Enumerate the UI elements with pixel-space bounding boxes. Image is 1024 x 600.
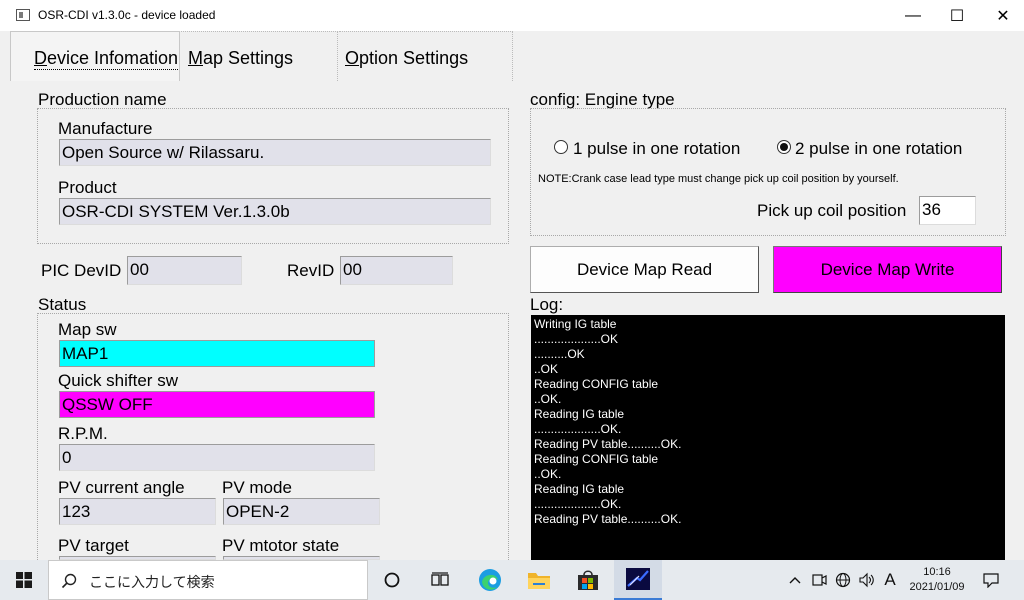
log-line: ..OK.	[534, 467, 562, 481]
meet-now-button[interactable]	[808, 560, 830, 600]
speaker-icon	[859, 572, 874, 588]
start-button[interactable]	[0, 560, 48, 600]
pv-current-angle-label: PV current angle	[58, 478, 185, 497]
log-line: ..OK	[534, 362, 559, 376]
radio-2-pulse-label[interactable]: 2 pulse in one rotation	[795, 139, 962, 159]
store-icon	[578, 570, 598, 590]
radio-1-pulse-label[interactable]: 1 pulse in one rotation	[573, 139, 740, 159]
tab-label: Map Settings	[188, 48, 294, 68]
maximize-button[interactable]: ☐	[934, 0, 980, 31]
task-view-icon	[431, 572, 449, 586]
device-icon	[812, 574, 827, 586]
ime-indicator[interactable]: A	[878, 560, 902, 600]
radio-2-pulse[interactable]	[777, 140, 791, 154]
log-line: ....................OK.	[534, 422, 622, 436]
close-button[interactable]: ✕	[980, 0, 1024, 31]
tab-device-information[interactable]: Device Infomation	[10, 31, 180, 81]
pic-devid-field[interactable]: 00	[127, 256, 242, 285]
log-line: ..OK.	[534, 392, 562, 406]
clock[interactable]: 10:16 2021/01/09	[904, 560, 970, 600]
globe-icon	[835, 572, 851, 588]
log-line: ....................OK.	[534, 497, 622, 511]
pv-motor-state-label: PV mtotor state	[222, 536, 340, 555]
rpm-label: R.P.M.	[58, 424, 108, 443]
tab-label: Option Settings	[345, 48, 469, 68]
config-note: NOTE:Crank case lead type must change pi…	[538, 173, 899, 185]
search-placeholder: ここに入力して検索	[89, 574, 215, 590]
log-label: Log:	[530, 295, 564, 314]
log-line: Writing IG table	[534, 317, 617, 331]
cortana-icon	[384, 572, 400, 588]
store-taskbar-button[interactable]	[566, 560, 610, 600]
taskbar: ここに入力して検索 A 10:16 2021/01/09	[0, 560, 1024, 600]
quick-shifter-label: Quick shifter sw	[58, 371, 178, 390]
clock-date: 2021/01/09	[909, 581, 965, 593]
config-heading: config: Engine type	[530, 90, 675, 109]
app-icon	[16, 9, 30, 21]
rpm-field: 0	[59, 444, 375, 471]
radio-1-pulse[interactable]	[554, 140, 568, 154]
production-name-heading: Production name	[38, 90, 167, 109]
device-map-read-button[interactable]: Device Map Read	[530, 246, 759, 293]
pickup-coil-input[interactable]: 36	[919, 196, 976, 225]
app-window: OSR-CDI v1.3.0c - device loaded — ☐ ✕ De…	[0, 0, 1024, 560]
tab-label: Device Infomation	[34, 48, 179, 70]
map-sw-label: Map sw	[58, 320, 117, 339]
folder-icon	[528, 573, 550, 589]
task-view-button[interactable]	[370, 560, 414, 600]
log-line: Reading CONFIG table	[534, 452, 659, 466]
status-heading: Status	[38, 295, 87, 314]
pv-mode-label: PV mode	[222, 478, 292, 497]
pv-current-angle-field: 123	[59, 498, 216, 525]
quick-shifter-field: QSSW OFF	[59, 391, 375, 418]
clock-time: 10:16	[923, 566, 951, 578]
title-bar[interactable]: OSR-CDI v1.3.0c - device loaded — ☐ ✕	[0, 0, 1024, 31]
product-label: Product	[58, 178, 117, 197]
notification-button[interactable]	[978, 560, 1004, 600]
log-line: ..........OK	[534, 347, 585, 361]
log-line: Reading CONFIG table	[534, 377, 659, 391]
windows-icon	[16, 572, 32, 588]
window-title: OSR-CDI v1.3.0c - device loaded	[38, 8, 216, 22]
revid-label: RevID	[287, 261, 335, 280]
tab-option-settings[interactable]: Option Settings	[339, 31, 513, 81]
map-sw-field: MAP1	[59, 340, 375, 367]
pv-mode-field: OPEN-2	[223, 498, 380, 525]
notification-icon	[983, 573, 999, 588]
log-output[interactable]: Writing IG table ....................OK …	[531, 315, 1005, 560]
log-line: ....................OK	[534, 332, 619, 346]
device-map-write-button[interactable]: Device Map Write	[773, 246, 1002, 293]
pv-target-label: PV target	[58, 536, 129, 555]
osr-cdi-app-icon	[626, 568, 650, 590]
manufacture-label: Manufacture	[58, 119, 153, 138]
pickup-coil-label: Pick up coil position	[757, 201, 907, 220]
edge-taskbar-button[interactable]	[468, 560, 512, 600]
log-line: Reading PV table..........OK.	[534, 437, 682, 451]
manufacture-field[interactable]: Open Source w/ Rilassaru.	[59, 139, 491, 166]
product-field[interactable]: OSR-CDI SYSTEM Ver.1.3.0b	[59, 198, 491, 225]
log-line: Reading IG table	[534, 407, 625, 421]
task-view-icon-button[interactable]	[418, 560, 462, 600]
minimize-button[interactable]: —	[890, 0, 936, 31]
chevron-up-icon	[789, 577, 801, 584]
log-line: Reading PV table..........OK.	[534, 512, 682, 526]
revid-field[interactable]: 00	[340, 256, 453, 285]
edge-icon	[479, 569, 501, 591]
taskbar-search-box[interactable]: ここに入力して検索	[48, 560, 368, 600]
search-icon	[61, 573, 77, 589]
explorer-taskbar-button[interactable]	[517, 560, 561, 600]
log-line: Reading IG table	[534, 482, 625, 496]
pic-devid-label: PIC DevID	[41, 261, 122, 280]
volume-button[interactable]	[856, 560, 878, 600]
tab-map-settings[interactable]: Map Settings	[181, 31, 338, 81]
osr-cdi-taskbar-button[interactable]	[614, 560, 662, 600]
show-hidden-icons-button[interactable]	[784, 560, 806, 600]
network-button[interactable]	[832, 560, 854, 600]
